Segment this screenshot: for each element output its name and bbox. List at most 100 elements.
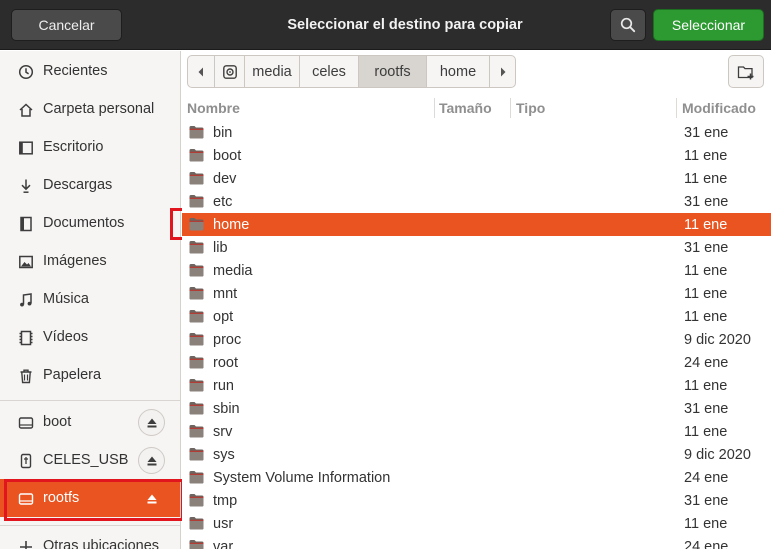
file-row[interactable]: dev 11 ene	[182, 167, 771, 190]
file-row[interactable]: root 24 ene	[182, 351, 771, 374]
file-name: usr	[213, 515, 234, 532]
sidebar-item-recientes[interactable]: Recientes	[0, 52, 180, 90]
file-row[interactable]: sys 9 dic 2020	[182, 443, 771, 466]
folder-icon	[189, 332, 204, 346]
file-row[interactable]: etc 31 ene	[182, 190, 771, 213]
file-modified: 31 ene	[684, 400, 729, 417]
file-list: Nombre Tamaño Tipo Modificado bin 31 ene b…	[182, 95, 771, 549]
folder-icon	[189, 447, 204, 461]
folder-icon	[189, 240, 204, 254]
folder-icon	[189, 539, 204, 549]
folder-icon	[189, 286, 204, 300]
path-scroll-left-button[interactable]	[188, 56, 215, 87]
file-name: run	[213, 377, 234, 394]
file-name: bin	[213, 124, 233, 141]
column-divider[interactable]	[510, 98, 511, 118]
file-row[interactable]: media 11 ene	[182, 259, 771, 282]
drive-icon	[17, 490, 35, 508]
download-icon	[17, 177, 35, 195]
file-row[interactable]: boot 11 ene	[182, 144, 771, 167]
sidebar-item-label: Recientes	[43, 63, 108, 79]
column-header-type[interactable]: Tipo	[516, 95, 545, 121]
file-row[interactable]: srv 11 ene	[182, 420, 771, 443]
column-header-name[interactable]: Nombre	[187, 95, 240, 121]
sidebar-item-otras-ubicaciones[interactable]: Otras ubicaciones	[0, 525, 180, 549]
file-row[interactable]: proc 9 dic 2020	[182, 328, 771, 351]
column-header-size[interactable]: Tamaño	[439, 95, 492, 121]
dialog-title: Seleccionar el destino para copiar	[287, 17, 523, 33]
file-row[interactable]: mnt 11 ene	[182, 282, 771, 305]
cancel-button[interactable]: Cancelar	[11, 9, 122, 41]
sidebar-item-descargas[interactable]: Descargas	[0, 166, 180, 204]
document-icon	[17, 215, 35, 233]
trash-icon	[17, 367, 35, 385]
path-segment-media[interactable]: media	[245, 56, 300, 87]
select-button[interactable]: Seleccionar	[653, 9, 764, 41]
folder-icon	[189, 171, 204, 185]
file-row[interactable]: bin 31 ene	[182, 121, 771, 144]
sidebar-item-rootfs[interactable]: rootfs	[0, 479, 180, 517]
file-row[interactable]: System Volume Information 24 ene	[182, 466, 771, 489]
file-name: tmp	[213, 492, 238, 509]
file-modified: 31 ene	[684, 124, 729, 141]
eject-button[interactable]	[138, 447, 165, 474]
sidebar-item-videos[interactable]: Vídeos	[0, 318, 180, 356]
file-name: mnt	[213, 285, 238, 302]
sidebar-item-carpeta-personal[interactable]: Carpeta personal	[0, 90, 180, 128]
path-segment-celes[interactable]: celes	[300, 56, 359, 87]
eject-button[interactable]	[138, 485, 165, 512]
sidebar-item-boot[interactable]: boot	[0, 403, 180, 441]
path-segment-home[interactable]: home	[427, 56, 490, 87]
file-name: opt	[213, 308, 234, 325]
sidebar-item-label: Papelera	[43, 367, 102, 383]
folder-icon	[189, 194, 204, 208]
sidebar-item-musica[interactable]: Música	[0, 280, 180, 318]
sidebar-item-imagenes[interactable]: Imágenes	[0, 242, 180, 280]
file-name: srv	[213, 423, 233, 440]
folder-icon	[189, 148, 204, 162]
sidebar-item-celes-usb[interactable]: CELES_USB	[0, 441, 180, 479]
file-row[interactable]: home 11 ene	[182, 213, 771, 236]
column-header-modified[interactable]: Modificado	[682, 95, 756, 121]
file-modified: 11 ene	[684, 170, 728, 187]
sidebar: Recientes Carpeta personal Escritorio De…	[0, 51, 181, 549]
file-row[interactable]: tmp 31 ene	[182, 489, 771, 512]
column-divider[interactable]	[676, 98, 677, 118]
eject-icon	[147, 456, 156, 465]
file-row[interactable]: lib 31 ene	[182, 236, 771, 259]
folder-icon	[189, 401, 204, 415]
file-modified: 31 ene	[684, 239, 729, 256]
path-segment-rootfs[interactable]: rootfs	[359, 56, 427, 87]
eject-button[interactable]	[138, 409, 165, 436]
folder-icon	[189, 424, 204, 438]
sidebar-item-papelera[interactable]: Papelera	[0, 356, 180, 394]
chevron-right-icon	[500, 67, 505, 76]
file-row[interactable]: var 24 ene	[182, 535, 771, 549]
sidebar-item-escritorio[interactable]: Escritorio	[0, 128, 180, 166]
new-folder-button[interactable]	[728, 55, 764, 88]
sidebar-item-label: Vídeos	[43, 329, 89, 345]
file-row[interactable]: sbin 31 ene	[182, 397, 771, 420]
sidebar-item-documentos[interactable]: Documentos	[0, 204, 180, 242]
file-name: System Volume Information	[213, 469, 391, 486]
file-row[interactable]: usr 11 ene	[182, 512, 771, 535]
drive-icon	[17, 414, 35, 432]
sidebar-item-label: Carpeta personal	[43, 101, 155, 117]
file-modified: 11 ene	[684, 147, 728, 164]
path-root-button[interactable]	[215, 56, 245, 87]
folder-icon	[189, 263, 204, 277]
file-row[interactable]: opt 11 ene	[182, 305, 771, 328]
image-icon	[17, 253, 35, 271]
folder-icon	[189, 217, 204, 231]
file-name: root	[213, 354, 238, 371]
sidebar-item-label: rootfs	[43, 490, 80, 506]
file-modified: 9 dic 2020	[684, 446, 751, 463]
column-divider[interactable]	[434, 98, 435, 118]
search-button[interactable]	[610, 9, 646, 41]
eject-icon	[147, 494, 156, 503]
sidebar-item-label: Descargas	[43, 177, 113, 193]
path-scroll-right-button[interactable]	[490, 56, 515, 87]
sidebar-item-label: Imágenes	[43, 253, 107, 269]
folder-icon	[189, 378, 204, 392]
file-row[interactable]: run 11 ene	[182, 374, 771, 397]
